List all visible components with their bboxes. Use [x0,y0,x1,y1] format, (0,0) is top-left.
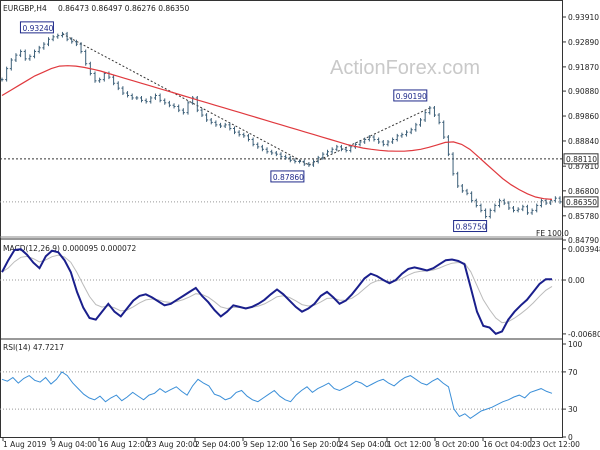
chart-svg: ActionForex.com EURGBP,H4 0.86473 0.8649… [0,0,600,449]
price-ytick-label: 0.89860 [568,112,599,121]
x-tick-label: 23 Oct 12:00 [531,440,580,449]
x-tick-label: 1 Oct 12:00 [387,440,431,449]
x-tick-label: 23 Aug 20:00 [147,440,198,449]
price-ytick-label: 0.85780 [568,212,599,221]
symbol-label: EURGBP,H4 [3,4,47,13]
ohlc-label: 0.86473 0.86497 0.86276 0.86350 [58,4,189,13]
price-ytick-label: 0.84790 [568,236,599,245]
price-callout-label: 0.90190 [396,92,427,101]
price-callout-label: 0.87860 [273,173,304,182]
x-tick-label: 9 Aug 04:00 [51,440,97,449]
price-ytick-label: 0.86800 [568,187,599,196]
x-tick-label: 16 Sep 20:00 [291,440,341,449]
macd-ytick-label: 0.00 [568,276,585,285]
price-axis-tag-label: 0.88110 [566,155,597,164]
x-tick-label: 1 Aug 2019 [3,440,46,449]
x-tick-label: 16 Aug 12:00 [99,440,150,449]
price-callout-label: 0.93240 [22,24,53,33]
price-ytick-label: 0.93910 [568,13,599,22]
x-tick-label: 9 Sep 12:00 [243,440,289,449]
x-tick-label: 16 Oct 04:00 [483,440,532,449]
macd-ytick-label: -0.006809 [568,330,600,339]
macd-ytick-label: 0.003948 [568,245,600,254]
price-ytick-label: 0.92890 [568,38,599,47]
price-ytick-label: 0.91870 [568,63,599,72]
x-tick-label: 8 Oct 20:00 [435,440,479,449]
x-tick-label: 24 Sep 04:00 [339,440,389,449]
rsi-ytick-label: 100 [568,340,583,349]
price-ytick-label: 0.88840 [568,137,599,146]
x-tick-label: 2 Sep 04:00 [195,440,241,449]
rsi-label: RSI(14) 47.7217 [3,343,64,352]
rsi-ytick-label: 70 [568,368,578,377]
price-ytick-label: 0.90880 [568,87,599,96]
price-axis-tag-label: 0.86350 [566,198,597,207]
rsi-ytick-label: 30 [568,405,578,414]
watermark: ActionForex.com [330,57,480,79]
price-callout-label: 0.85750 [456,223,487,232]
